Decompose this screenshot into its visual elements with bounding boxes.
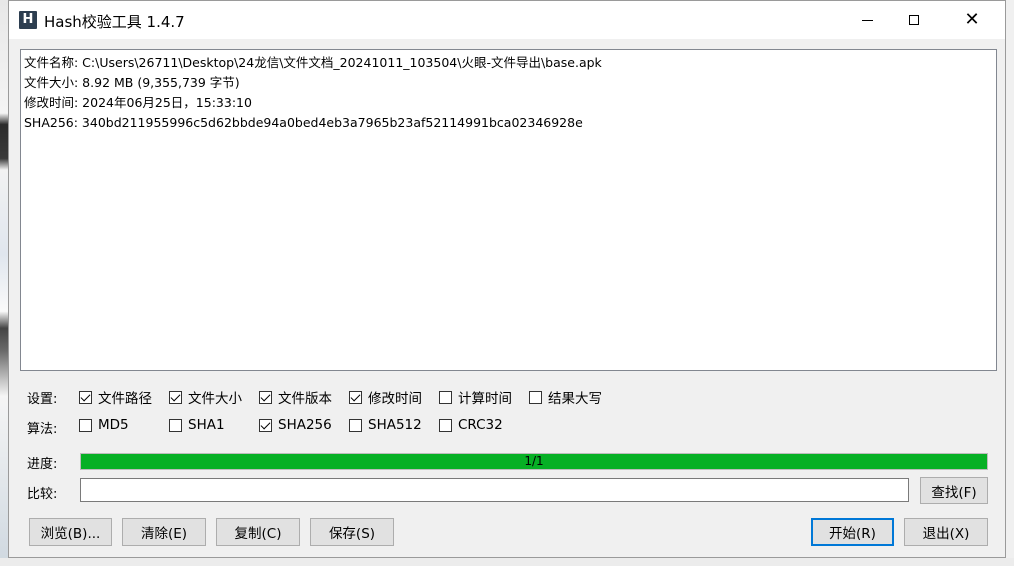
app-icon: H bbox=[19, 11, 37, 29]
checkbox-crc32[interactable]: CRC32 bbox=[439, 417, 503, 433]
checkbox-box[interactable] bbox=[439, 418, 452, 432]
clear-button[interactable]: 清除(E) bbox=[122, 518, 206, 546]
close-icon: ✕ bbox=[964, 9, 980, 30]
checkbox-md5[interactable]: MD5 bbox=[79, 417, 129, 433]
checkbox-box[interactable] bbox=[79, 390, 92, 404]
checkbox-label: 文件路径 bbox=[98, 391, 152, 407]
compare-label: 比较: bbox=[27, 487, 58, 502]
output-line-filename: 文件名称: C:\Users\26711\Desktop\24龙信\文件文档_2… bbox=[24, 55, 602, 70]
checkbox-label: SHA512 bbox=[368, 417, 422, 433]
checkbox-box[interactable] bbox=[259, 390, 272, 404]
title-bar[interactable]: H Hash校验工具 1.4.7 ✕ bbox=[9, 1, 1005, 39]
save-button[interactable]: 保存(S) bbox=[310, 518, 394, 546]
checkbox-label: MD5 bbox=[98, 417, 129, 433]
checkbox-label: 文件大小 bbox=[188, 391, 242, 407]
checkbox-box[interactable] bbox=[349, 390, 362, 404]
minimize-button[interactable] bbox=[844, 1, 890, 39]
hash-tool-window: H Hash校验工具 1.4.7 ✕ 文件名称: C:\Users\26711\… bbox=[8, 0, 1006, 558]
checkbox-box[interactable] bbox=[529, 390, 542, 404]
checkbox-label: 计算时间 bbox=[458, 391, 512, 407]
desktop-background-bottom bbox=[0, 558, 1014, 566]
progress-bar: 1/1 bbox=[80, 453, 988, 470]
minimize-icon bbox=[861, 19, 873, 21]
checkbox-label: 文件版本 bbox=[278, 391, 332, 407]
checkbox-file-version[interactable]: 文件版本 bbox=[259, 387, 332, 407]
browse-button[interactable]: 浏览(B)... bbox=[29, 518, 112, 546]
algorithm-label: 算法: bbox=[27, 422, 58, 437]
copy-button[interactable]: 复制(C) bbox=[216, 518, 300, 546]
checkbox-box[interactable] bbox=[169, 418, 182, 432]
checkbox-label: 结果大写 bbox=[548, 391, 602, 407]
desktop-background-right bbox=[1006, 0, 1014, 566]
progress-text: 1/1 bbox=[524, 454, 544, 468]
start-button[interactable]: 开始(R) bbox=[811, 518, 894, 546]
checkbox-label: SHA1 bbox=[188, 417, 225, 433]
exit-button[interactable]: 退出(X) bbox=[904, 518, 988, 546]
checkbox-box[interactable] bbox=[349, 418, 362, 432]
checkbox-file-size[interactable]: 文件大小 bbox=[169, 387, 242, 407]
maximize-icon bbox=[909, 15, 919, 25]
result-output-area[interactable]: 文件名称: C:\Users\26711\Desktop\24龙信\文件文档_2… bbox=[20, 49, 997, 371]
checkbox-label: CRC32 bbox=[458, 417, 503, 433]
checkbox-sha512[interactable]: SHA512 bbox=[349, 417, 422, 433]
checkbox-label: 修改时间 bbox=[368, 391, 422, 407]
maximize-button[interactable] bbox=[891, 1, 937, 39]
window-title: Hash校验工具 1.4.7 bbox=[44, 13, 185, 31]
find-button[interactable]: 查找(F) bbox=[920, 477, 988, 504]
compare-input[interactable] bbox=[80, 478, 909, 502]
progress-label: 进度: bbox=[27, 457, 58, 472]
settings-label: 设置: bbox=[27, 392, 58, 407]
output-line-modified: 修改时间: 2024年06月25日，15:33:10 bbox=[24, 95, 252, 110]
checkbox-box[interactable] bbox=[439, 390, 452, 404]
output-line-filesize: 文件大小: 8.92 MB (9,355,739 字节) bbox=[24, 75, 240, 90]
checkbox-box[interactable] bbox=[169, 390, 182, 404]
checkbox-calc-time[interactable]: 计算时间 bbox=[439, 387, 512, 407]
checkbox-sha1[interactable]: SHA1 bbox=[169, 417, 225, 433]
checkbox-uppercase-result[interactable]: 结果大写 bbox=[529, 387, 602, 407]
checkbox-box[interactable] bbox=[79, 418, 92, 432]
output-line-sha256: SHA256: 340bd211955996c5d62bbde94a0bed4e… bbox=[24, 115, 583, 130]
checkbox-sha256[interactable]: SHA256 bbox=[259, 417, 332, 433]
close-button[interactable]: ✕ bbox=[949, 1, 995, 39]
checkbox-modified-time[interactable]: 修改时间 bbox=[349, 387, 422, 407]
checkbox-label: SHA256 bbox=[278, 417, 332, 433]
checkbox-file-path[interactable]: 文件路径 bbox=[79, 387, 152, 407]
checkbox-box[interactable] bbox=[259, 418, 272, 432]
